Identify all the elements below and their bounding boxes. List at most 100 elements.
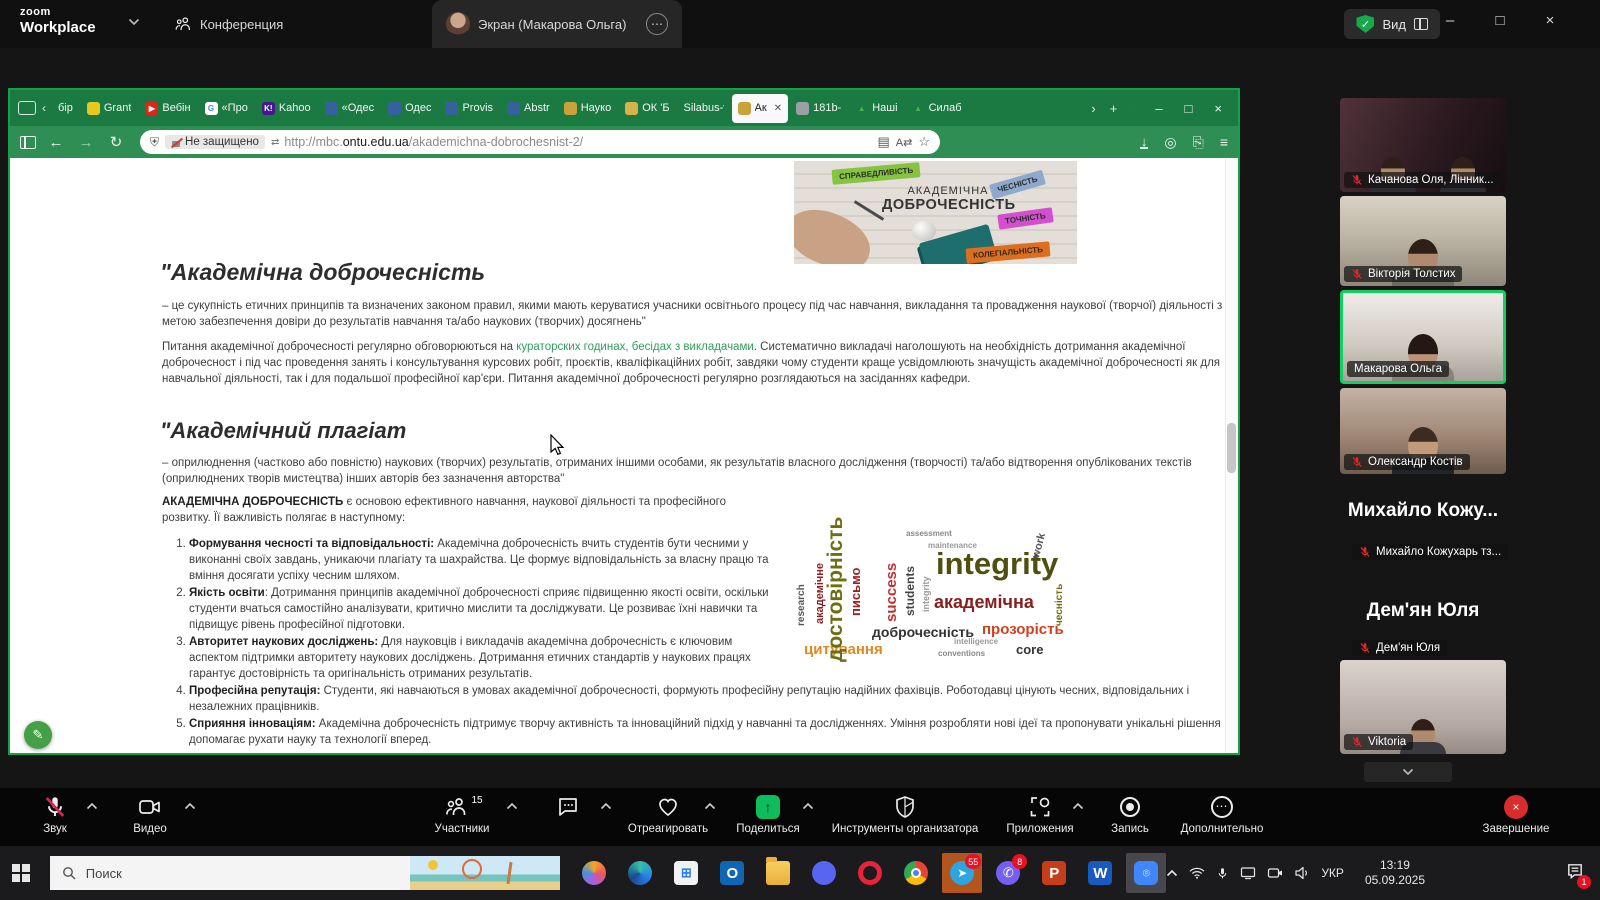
tray-chevron-up-icon[interactable] (1166, 869, 1178, 877)
browser-tab[interactable]: G«Про (199, 95, 254, 122)
display-icon[interactable] (1240, 866, 1256, 880)
participant-video-makarova-active[interactable]: Макарова Ольга (1340, 290, 1506, 384)
outlook-icon[interactable]: O (712, 853, 752, 893)
browser-tab[interactable]: ▲Наші (849, 95, 903, 122)
start-button[interactable] (0, 864, 42, 882)
tab-close-icon[interactable]: ✕ (774, 103, 782, 114)
page-scrollbar[interactable] (1225, 158, 1238, 753)
address-bar[interactable]: ⛨ Не защищено ⇄ http://mbc.ontu.edu.ua/a… (140, 130, 940, 154)
participant-video-tolstykh[interactable]: Вікторія Толстих (1340, 196, 1506, 286)
participant-video-kostiv[interactable]: Олександр Костів (1340, 388, 1506, 474)
browser-tab[interactable]: ОК 'Б (619, 95, 675, 122)
browser-restore-icon[interactable]: □ (1185, 101, 1193, 116)
browser-tab[interactable]: ▲Силаб (906, 95, 968, 122)
scroll-tabs-right-icon[interactable]: › (1086, 101, 1100, 116)
browser-tab[interactable]: Науко (558, 95, 618, 122)
powerpoint-icon[interactable]: P (1034, 853, 1074, 893)
browser-tab-active[interactable]: Ак✕ (732, 94, 789, 123)
browser-close-icon[interactable]: × (1214, 101, 1222, 116)
tab-screen-share[interactable]: Экран (Макарова Ольга) ⋯ (432, 0, 682, 48)
sidebar-toggle-icon[interactable] (20, 136, 36, 149)
browser-minimize-icon[interactable]: – (1155, 101, 1162, 116)
firefox-icon[interactable] (574, 853, 614, 893)
importance-list-item: Професійна репутація: Студенти, які навч… (189, 683, 1228, 715)
browser-tab[interactable]: Silabus-vi (678, 95, 730, 122)
muted-mic-icon (1351, 736, 1363, 748)
clock[interactable]: 13:19 05.09.2025 (1365, 858, 1425, 888)
telegram-icon[interactable]: ➤55 (942, 853, 982, 893)
browser-tab[interactable]: бір (52, 95, 79, 122)
participant-video-viktoria[interactable]: Viktoria (1340, 660, 1506, 754)
downloads-icon[interactable]: ↓ (1140, 136, 1149, 149)
restore-button[interactable]: □ (1487, 12, 1513, 29)
file-explorer-icon[interactable] (758, 853, 798, 893)
word-cloud-term: достовірність (828, 517, 844, 662)
tray-camera-icon[interactable] (1267, 866, 1283, 880)
minimize-button[interactable]: – (1437, 12, 1463, 29)
edit-page-button[interactable]: ✎ (24, 721, 52, 749)
academic-integrity-hero-image: АКАДЕМІЧНА ДОБРОЧЕСНІСТЬ СПРАВЕДЛИВІСТЬЧ… (794, 161, 1077, 264)
wifi-icon[interactable] (1189, 867, 1205, 879)
participant-video-kachanova[interactable]: Качанова Оля, Лінник... (1340, 98, 1506, 192)
firefox-view-icon[interactable] (18, 101, 36, 115)
language-indicator[interactable]: УКР (1321, 866, 1344, 880)
back-icon[interactable]: ← (46, 134, 66, 151)
permissions-icon[interactable]: ⇄ (271, 137, 278, 148)
taskbar-search[interactable]: Поиск (50, 856, 561, 890)
view-button[interactable]: ✓ Вид (1344, 9, 1440, 39)
search-placeholder: Поиск (86, 866, 122, 881)
participant-display-name[interactable]: Михайло Кожу... (1330, 500, 1516, 522)
gold-favicon (738, 102, 751, 115)
participant-display-name[interactable]: Дем'ян Юля (1330, 600, 1516, 622)
browser-tab[interactable]: Одес (382, 95, 437, 122)
more-button[interactable]: ⋯ Дополнительно (1137, 794, 1307, 835)
scrollbar-thumb[interactable] (1227, 423, 1236, 473)
tab-conference[interactable]: Конференция (160, 0, 297, 48)
microsoft-store-icon[interactable]: ⊞ (666, 853, 706, 893)
share-chevron-icon[interactable] (802, 802, 814, 810)
close-button[interactable]: × (1537, 12, 1563, 29)
menu-icon[interactable]: ≡ (1220, 134, 1228, 150)
forward-icon[interactable]: → (76, 134, 96, 151)
zoom-titlebar: zoom Workplace Конференция Экран (Макаро… (0, 0, 1600, 48)
browser-tab[interactable]: Provis (439, 95, 499, 122)
bookmark-star-icon[interactable]: ☆ (918, 134, 930, 150)
opera-icon[interactable] (850, 853, 890, 893)
new-tab-icon[interactable]: + (1105, 101, 1123, 116)
url-text[interactable]: http://mbc.ontu.edu.ua/akademichna-dobro… (284, 135, 871, 149)
reader-view-icon[interactable]: ▤ (877, 134, 889, 150)
page-content: АКАДЕМІЧНА ДОБРОЧЕСНІСТЬ СПРАВЕДЛИВІСТЬЧ… (10, 158, 1238, 753)
translate-icon[interactable]: A⇄ (896, 136, 913, 149)
account-icon[interactable]: ◎ (1164, 134, 1176, 151)
tracking-shield-icon[interactable]: ⛨ (150, 135, 159, 150)
browser-tab[interactable]: 181b- (790, 95, 847, 122)
notification-center-icon[interactable]: 1 (1566, 862, 1584, 885)
chrome-icon[interactable] (896, 853, 936, 893)
tray-mic-icon[interactable] (1216, 867, 1229, 880)
video-options-chevron-icon[interactable] (184, 802, 196, 810)
video-button[interactable]: Видео (65, 794, 235, 835)
search-highlight-image[interactable] (410, 856, 560, 890)
browser-tab[interactable]: K!Kahoo (256, 95, 317, 122)
tab-title: Вебін (162, 102, 190, 114)
curator-hours-link[interactable]: кураторских годинах, бесідах з викладача… (516, 341, 754, 353)
discord-icon[interactable] (804, 853, 844, 893)
reload-icon[interactable]: ↻ (106, 133, 126, 151)
workspace-switcher-chevron-icon[interactable] (128, 18, 140, 26)
volume-icon[interactable] (1294, 866, 1310, 880)
browser-tab[interactable]: Grant (81, 95, 138, 122)
zoom-app-icon[interactable]: ⌾ (1126, 853, 1166, 893)
not-secure-chip[interactable]: Не защищено (165, 135, 265, 149)
scroll-tabs-left-icon[interactable]: ‹ (40, 101, 48, 115)
list-all-tabs-icon[interactable] (1126, 104, 1137, 112)
tab-options-icon[interactable]: ⋯ (646, 13, 668, 35)
browser-tab[interactable]: Abstr (501, 95, 556, 122)
browser-tab[interactable]: «Одес (319, 95, 380, 122)
end-meeting-button[interactable]: × Завершение (1431, 794, 1600, 835)
word-icon[interactable]: W (1080, 853, 1120, 893)
scroll-participants-down-button[interactable] (1364, 762, 1452, 782)
edge-icon[interactable] (620, 853, 660, 893)
browser-tab[interactable]: ▶Вебін (139, 95, 196, 122)
extensions-icon[interactable]: ⎘ (1193, 134, 1204, 151)
viber-icon[interactable]: ✆8 (988, 853, 1028, 893)
